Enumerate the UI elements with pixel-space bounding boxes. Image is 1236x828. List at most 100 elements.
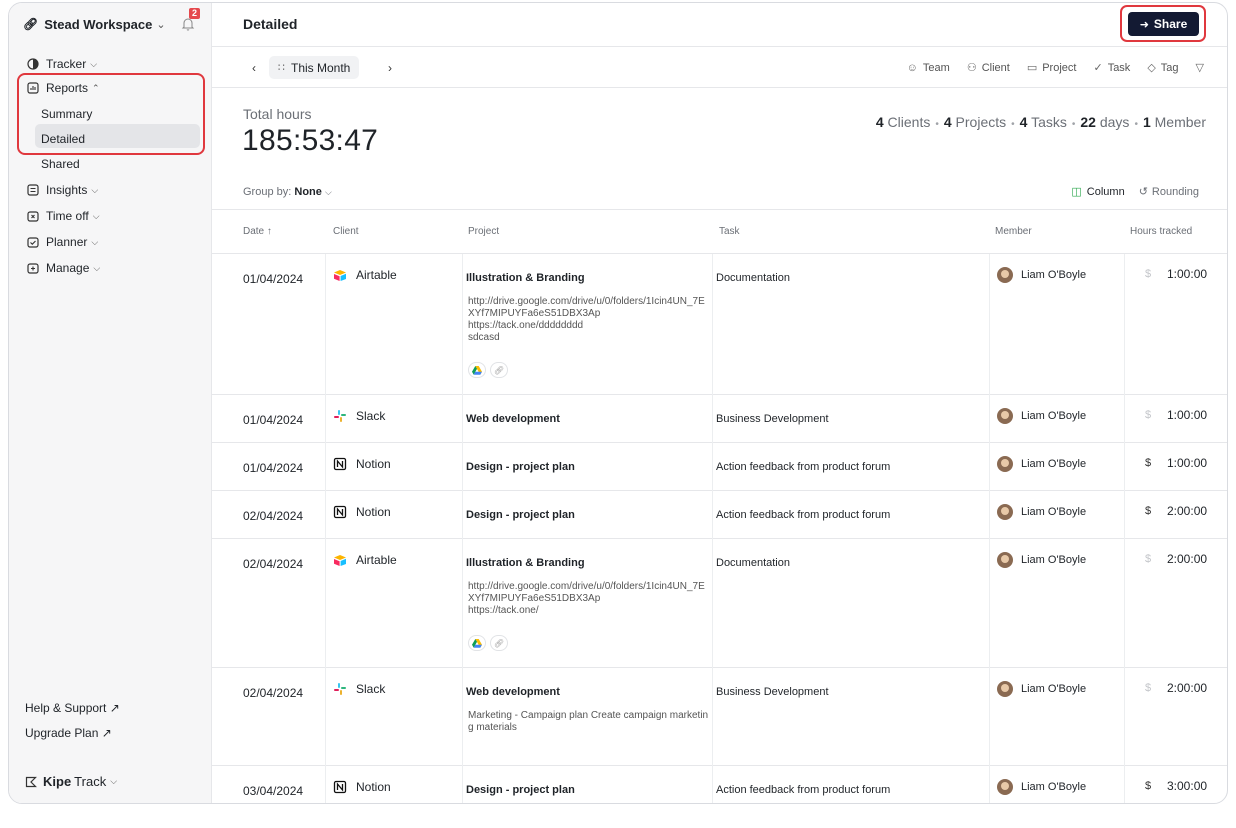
previous-period-button[interactable]: ‹: [252, 61, 256, 75]
sidebar-item-tracker[interactable]: Tracker ⌵: [27, 54, 97, 74]
client-name: Notion: [356, 505, 391, 519]
cell-hours: 1:00:00: [1167, 408, 1208, 422]
column-header-hours[interactable]: Hours tracked: [1130, 226, 1192, 237]
member-name: Liam O'Boyle: [1021, 554, 1087, 566]
sidebar-subitem-detailed[interactable]: Detailed: [41, 129, 85, 149]
filter-bar: ‹ ∷ This Month › ☺ Team ⚇ Client ▭ Project …: [212, 47, 1227, 88]
filter-label: Tag: [1160, 61, 1179, 74]
google-drive-icon[interactable]: [468, 362, 486, 378]
filter-plus-icon: ▽: [1195, 62, 1204, 74]
billable-toggle[interactable]: $: [1145, 553, 1151, 565]
member-name: Liam O'Boyle: [1021, 269, 1087, 281]
notification-badge: 2: [189, 8, 200, 19]
link-icon[interactable]: 🔗︎: [490, 362, 508, 378]
table-row[interactable]: 01/04/2024 Notion Design - project plan Act…: [212, 443, 1227, 491]
table-row[interactable]: 03/04/2024 Notion Design - project plan Act…: [212, 766, 1227, 803]
sidebar-item-label: Tracker: [46, 57, 87, 71]
avatar: [997, 552, 1013, 568]
billable-toggle[interactable]: $: [1145, 457, 1151, 469]
workspace-switcher[interactable]: 🔗︎ Stead Workspace ⌄: [23, 15, 166, 33]
cell-note: http://drive.google.com/drive/u/0/folder…: [468, 581, 705, 616]
cell-project: Illustration & Branding: [466, 272, 585, 284]
column-header-label: Date: [243, 226, 265, 237]
share-button[interactable]: ➜ Share: [1128, 12, 1199, 36]
period-selector[interactable]: ∷ This Month: [269, 56, 360, 79]
sidebar-subitem-shared[interactable]: Shared: [41, 154, 80, 174]
billable-toggle[interactable]: $: [1145, 682, 1151, 694]
sidebar-item-label: Planner: [46, 235, 88, 249]
column-header-task[interactable]: Task: [719, 226, 740, 237]
table-row[interactable]: 02/04/2024 Airtable Illustration & Brandin…: [212, 539, 1227, 668]
sidebar-subitem-summary[interactable]: Summary: [41, 104, 92, 124]
sidebar-item-reports[interactable]: Reports ⌃: [27, 78, 100, 98]
notion-logo-icon: [333, 780, 347, 794]
clients-count: 4: [875, 114, 884, 130]
filter-add-button[interactable]: ▽: [1196, 61, 1209, 74]
cell-date: 03/04/2024: [243, 784, 304, 798]
billable-toggle[interactable]: $: [1145, 409, 1151, 421]
cell-member: Liam O'Boyle: [997, 552, 1086, 568]
sidebar-item-insights[interactable]: Insights ⌵: [27, 180, 98, 200]
rounding-toggle[interactable]: ↺ Rounding: [1139, 185, 1199, 198]
billable-toggle[interactable]: $: [1145, 268, 1151, 280]
filter-task[interactable]: ✓ Task: [1093, 61, 1130, 75]
tag-icon: ◇: [1147, 62, 1156, 74]
member-name: Liam O'Boyle: [1021, 506, 1087, 518]
sidebar-item-label: Insights: [46, 183, 88, 197]
billable-toggle[interactable]: $: [1145, 505, 1151, 517]
sidebar-item-label: Time off: [46, 209, 89, 223]
filter-tag[interactable]: ◇ Tag: [1147, 61, 1179, 75]
sidebar-item-planner[interactable]: Planner ⌵: [27, 232, 98, 252]
tasks-count: 4: [1019, 114, 1028, 130]
upgrade-plan-link[interactable]: Upgrade Plan ↗: [25, 726, 112, 740]
filter-team[interactable]: ☺ Team: [907, 62, 950, 74]
folder-icon: ▭: [1026, 62, 1038, 74]
sidebar-item-label: Manage: [46, 261, 90, 275]
chevron-down-icon: ⌵: [91, 236, 99, 247]
table-row[interactable]: 01/04/2024 Airtable Illustration & Brandin…: [212, 254, 1227, 395]
workspace-name: Stead Workspace: [44, 16, 153, 32]
next-period-button[interactable]: ›: [388, 61, 392, 75]
client-name: Notion: [356, 457, 391, 471]
link-icon[interactable]: 🔗︎: [490, 635, 508, 651]
cell-hours: 3:00:00: [1167, 779, 1208, 793]
chevron-down-icon: ⌵: [324, 187, 332, 197]
rounding-label: Rounding: [1151, 186, 1199, 198]
chevron-up-icon: ⌃: [92, 82, 100, 93]
calendar-grid-icon: ∷: [278, 62, 285, 74]
cell-task: Action feedback from product forum: [716, 509, 891, 521]
product-switcher[interactable]: Kipe Track ⌵: [25, 774, 117, 789]
column-toggle[interactable]: ◫ Column: [1071, 185, 1124, 199]
filter-project[interactable]: ▭ Project: [1026, 61, 1077, 75]
column-header-member[interactable]: Member: [995, 226, 1032, 237]
column-header-client[interactable]: Client: [333, 226, 359, 237]
sidebar: 🔗︎ Stead Workspace ⌄ 2 Tracker ⌵ Reports…: [9, 3, 212, 803]
sidebar-item-time-off[interactable]: Time off ⌵: [27, 206, 100, 226]
cell-member: Liam O'Boyle: [997, 456, 1086, 472]
cell-hours: 2:00:00: [1167, 681, 1208, 695]
cell-project: Illustration & Branding: [466, 557, 585, 569]
client-name: Slack: [356, 682, 386, 696]
main-content: Detailed ➜ Share ‹ ∷ This Month › ☺ Team …: [212, 3, 1227, 803]
table-header: Date ↑ Client Project Task Member Hours …: [212, 209, 1227, 254]
filter-client[interactable]: ⚇ Client: [967, 61, 1010, 75]
airtable-logo-icon: [333, 268, 347, 282]
bell-icon[interactable]: [181, 17, 195, 31]
summary-stats: 4 Clients • 4 Projects • 4 Tasks • 22 days • 1 M…: [875, 114, 1206, 130]
table-row[interactable]: 02/04/2024 Notion Design - project plan Act…: [212, 491, 1227, 539]
column-header-date[interactable]: Date ↑: [243, 226, 272, 237]
workspace-logo-icon: 🔗︎: [23, 17, 39, 31]
avatar: [997, 267, 1013, 283]
group-by-selector[interactable]: Group by: None ⌵: [243, 186, 332, 198]
sidebar-item-manage[interactable]: Manage ⌵: [27, 258, 100, 278]
table-row[interactable]: 02/04/2024 Slack Web development Marketing …: [212, 668, 1227, 766]
column-separator: [1124, 254, 1125, 803]
column-header-project[interactable]: Project: [468, 226, 499, 237]
cell-project: Design - project plan: [466, 461, 575, 473]
avatar: [997, 504, 1013, 520]
billable-toggle[interactable]: $: [1145, 780, 1151, 792]
table-row[interactable]: 01/04/2024 Slack Web development Business D…: [212, 395, 1227, 443]
help-support-link[interactable]: Help & Support ↗: [25, 701, 120, 715]
google-drive-icon[interactable]: [468, 635, 486, 651]
check-circle-icon: ✓: [1093, 62, 1103, 74]
